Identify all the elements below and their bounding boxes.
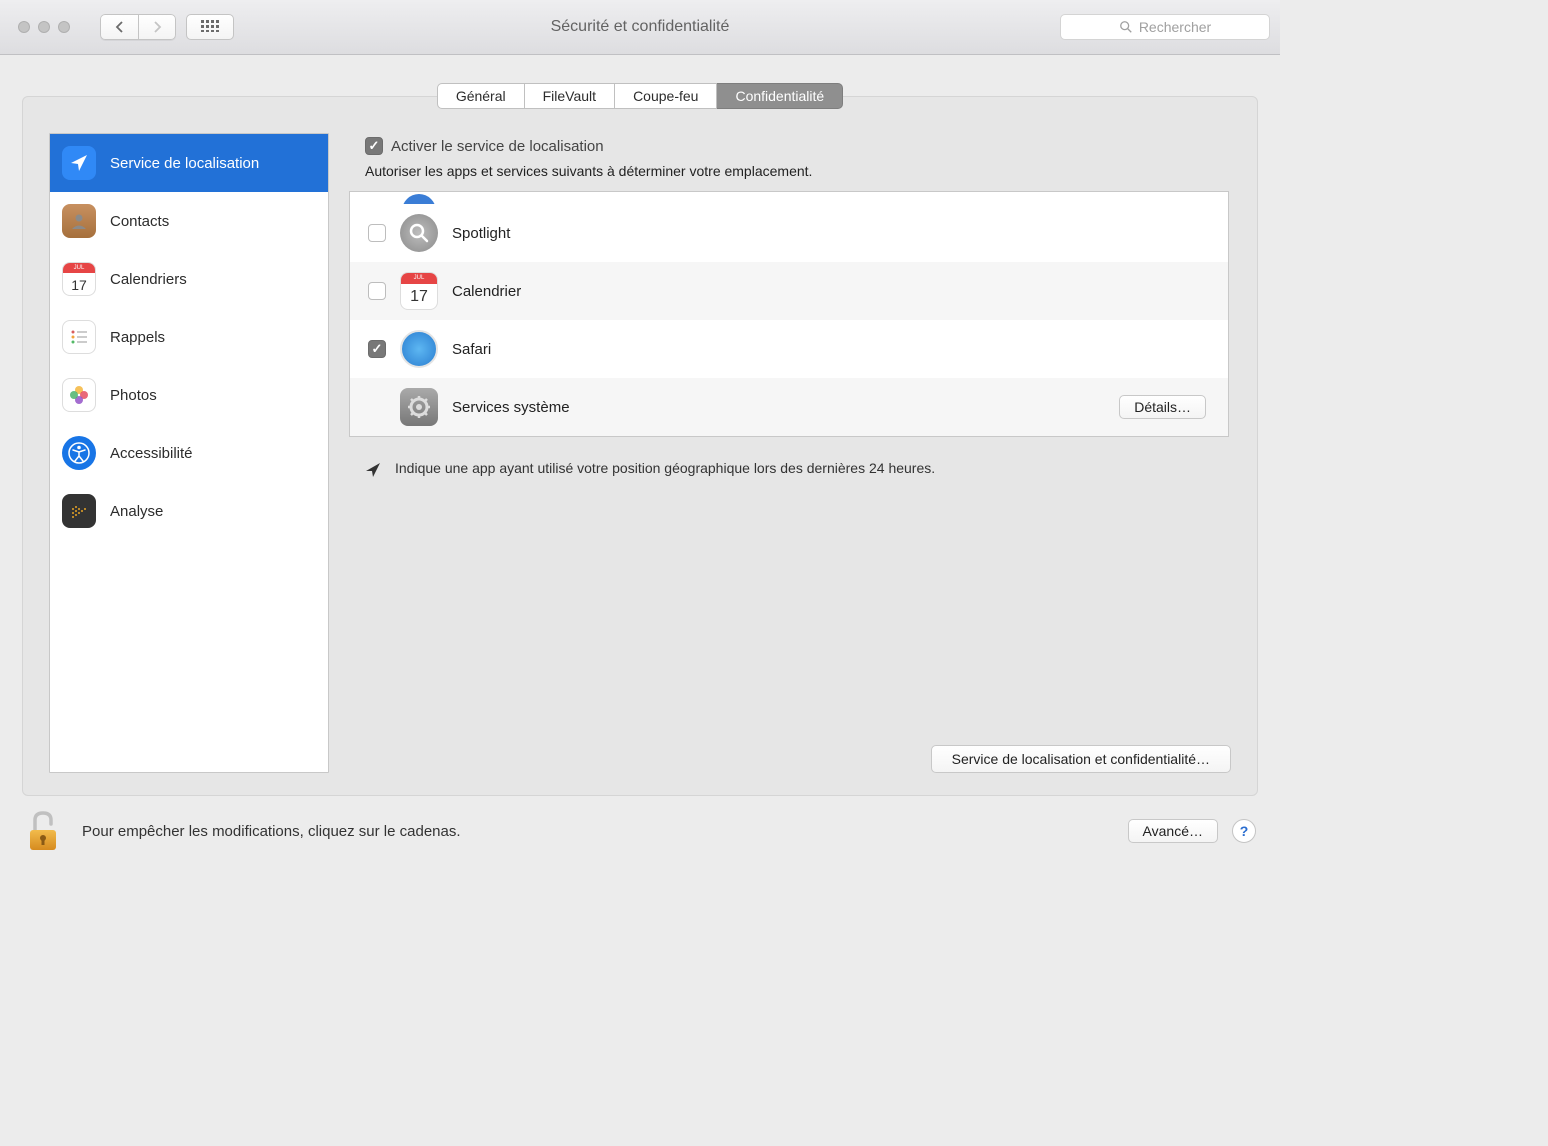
lock-text: Pour empêcher les modifications, cliquez…: [82, 823, 461, 840]
spotlight-icon: [400, 214, 438, 252]
search-icon: [1119, 20, 1133, 34]
search-input[interactable]: Rechercher: [1060, 14, 1270, 40]
panel: Service de localisation Contacts JUL 17 …: [22, 96, 1258, 796]
footnote: Indique une app ayant utilisé votre posi…: [347, 437, 1231, 501]
lock-icon[interactable]: [24, 810, 62, 852]
tab-filevault[interactable]: FileVault: [525, 83, 615, 109]
window-title: Sécurité et confidentialité: [551, 18, 730, 36]
app-checkbox-safari[interactable]: [368, 340, 386, 358]
tab-firewall[interactable]: Coupe-feu: [615, 83, 717, 109]
sidebar-item-location[interactable]: Service de localisation: [50, 134, 328, 192]
sidebar-item-label: Contacts: [110, 213, 169, 230]
sidebar-item-label: Accessibilité: [110, 445, 193, 462]
calendar-app-icon: JUL 17: [400, 272, 438, 310]
forward-button[interactable]: [138, 14, 176, 40]
analytics-icon: [62, 494, 96, 528]
chevron-right-icon: [152, 21, 162, 33]
enable-location-checkbox[interactable]: [365, 137, 383, 155]
sidebar-item-label: Rappels: [110, 329, 165, 346]
enable-location-row: Activer le service de localisation: [347, 133, 1231, 159]
safari-icon: [400, 330, 438, 368]
back-button[interactable]: [100, 14, 138, 40]
advanced-button[interactable]: Avancé…: [1128, 819, 1218, 843]
location-arrow-icon: [365, 462, 381, 478]
gear-icon: [400, 388, 438, 426]
sidebar-item-label: Service de localisation: [110, 155, 259, 172]
help-button[interactable]: ?: [1232, 819, 1256, 843]
footnote-text: Indique une app ayant utilisé votre posi…: [395, 459, 935, 479]
app-name: Calendrier: [452, 283, 521, 300]
traffic-lights: [18, 21, 70, 33]
sidebar-item-label: Analyse: [110, 503, 163, 520]
details-button[interactable]: Détails…: [1119, 395, 1206, 419]
app-name: Spotlight: [452, 225, 510, 242]
privacy-row: Service de localisation et confidentiali…: [347, 745, 1231, 773]
app-row-calendar: JUL 17 Calendrier: [350, 262, 1228, 320]
minimize-button[interactable]: [38, 21, 50, 33]
sidebar-item-accessibility[interactable]: Accessibilité: [50, 424, 328, 482]
tab-privacy[interactable]: Confidentialité: [717, 83, 843, 109]
lockbar: Pour empêcher les modifications, cliquez…: [0, 796, 1280, 866]
sidebar-item-label: Photos: [110, 387, 157, 404]
enable-location-label: Activer le service de localisation: [391, 138, 604, 155]
sidebar-item-photos[interactable]: Photos: [50, 366, 328, 424]
sidebar: Service de localisation Contacts JUL 17 …: [49, 133, 329, 773]
reminders-icon: [62, 320, 96, 354]
system-services-label: Services système: [452, 399, 570, 416]
sidebar-item-reminders[interactable]: Rappels: [50, 308, 328, 366]
calendar-icon: JUL 17: [62, 262, 96, 296]
search-placeholder: Rechercher: [1139, 19, 1211, 35]
content: Activer le service de localisation Autor…: [347, 133, 1231, 773]
tab-general[interactable]: Général: [437, 83, 525, 109]
sidebar-item-analytics[interactable]: Analyse: [50, 482, 328, 540]
photos-icon: [62, 378, 96, 412]
maximize-button[interactable]: [58, 21, 70, 33]
app-row-partial: [350, 192, 1228, 204]
sidebar-item-calendars[interactable]: JUL 17 Calendriers: [50, 250, 328, 308]
sidebar-item-label: Calendriers: [110, 271, 187, 288]
grid-button[interactable]: [186, 14, 234, 40]
titlebar: Sécurité et confidentialité Rechercher: [0, 0, 1280, 55]
app-checkbox-calendar[interactable]: [368, 282, 386, 300]
nav-buttons: [100, 14, 176, 40]
location-icon: [62, 146, 96, 180]
enable-subtext: Autoriser les apps et services suivants …: [347, 159, 1231, 191]
app-list[interactable]: Spotlight JUL 17 Calendrier Safari: [349, 191, 1229, 437]
app-row-safari: Safari: [350, 320, 1228, 378]
chevron-left-icon: [115, 21, 125, 33]
grid-icon: [201, 20, 219, 32]
app-checkbox-spotlight[interactable]: [368, 224, 386, 242]
location-privacy-button[interactable]: Service de localisation et confidentiali…: [931, 745, 1231, 773]
accessibility-icon: [62, 436, 96, 470]
app-name: Safari: [452, 341, 491, 358]
contacts-icon: [62, 204, 96, 238]
sidebar-item-contacts[interactable]: Contacts: [50, 192, 328, 250]
app-row-system-services: Services système Détails…: [350, 378, 1228, 436]
app-row-spotlight: Spotlight: [350, 204, 1228, 262]
close-button[interactable]: [18, 21, 30, 33]
